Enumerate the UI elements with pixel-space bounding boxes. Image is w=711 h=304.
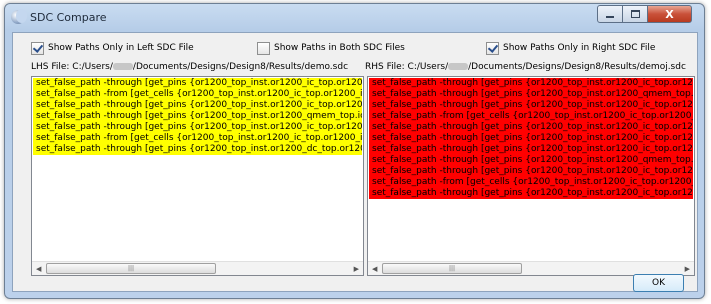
show-both-checkbox[interactable] bbox=[257, 41, 270, 55]
path-line[interactable]: set_false_path -through [get_pins {or120… bbox=[369, 166, 693, 177]
path-line[interactable]: set_false_path -through [get_pins {or120… bbox=[33, 111, 362, 122]
show-right-only-checkbox[interactable] bbox=[486, 41, 499, 55]
rhs-file-prefix: RHS File: C:/Users/ bbox=[365, 62, 449, 72]
path-line[interactable]: set_false_path -from [get_cells {or1200_… bbox=[33, 89, 362, 100]
show-both-label: Show Paths in Both SDC Files bbox=[274, 43, 405, 53]
scroll-right-icon[interactable]: ▶ bbox=[354, 265, 359, 273]
path-line[interactable]: set_false_path -through [get_pins {or120… bbox=[33, 78, 362, 89]
show-right-only-option[interactable]: Show Paths Only in Right SDC File bbox=[486, 41, 655, 55]
rhs-lines: set_false_path -through [get_pins {or120… bbox=[369, 78, 693, 199]
ok-button[interactable]: OK bbox=[633, 274, 684, 292]
maximize-button[interactable] bbox=[622, 5, 648, 23]
show-left-only-label: Show Paths Only in Left SDC File bbox=[48, 43, 194, 53]
maximize-icon bbox=[630, 10, 640, 18]
scroll-thumb[interactable]: ||| bbox=[46, 263, 216, 274]
path-line[interactable]: set_false_path -through [get_pins {or120… bbox=[369, 89, 693, 100]
show-right-only-label: Show Paths Only in Right SDC File bbox=[503, 43, 656, 53]
scroll-left-icon[interactable]: ◀ bbox=[372, 265, 377, 273]
path-line[interactable]: set_false_path -through [get_pins {or120… bbox=[369, 188, 693, 199]
path-line[interactable]: set_false_path -through [get_pins {or120… bbox=[369, 100, 693, 111]
window-title: SDC Compare bbox=[30, 11, 107, 24]
rhs-horizontal-scrollbar[interactable]: ◀ ||| ▶ bbox=[368, 261, 694, 275]
path-line[interactable]: set_false_path -from [get_cells {or1200_… bbox=[369, 177, 693, 188]
title-bar[interactable]: SDC Compare X bbox=[5, 4, 704, 32]
path-line[interactable]: set_false_path -from [get_cells {or1200_… bbox=[33, 133, 362, 144]
path-line[interactable]: set_false_path -through [get_pins {or120… bbox=[369, 144, 693, 155]
scroll-thumb[interactable]: ||| bbox=[382, 263, 522, 274]
lhs-horizontal-scrollbar[interactable]: ◀ ||| ▶ bbox=[32, 261, 363, 275]
show-left-only-checkbox[interactable] bbox=[31, 41, 44, 55]
rhs-file-suffix: /Documents/Designs/Design8/Results/demoj… bbox=[468, 62, 686, 72]
dialog-body: Show Paths Only in Left SDC File Show Pa… bbox=[12, 32, 698, 292]
lhs-file-prefix: LHS File: C:/Users/ bbox=[31, 62, 113, 72]
rhs-paths-list[interactable]: set_false_path -through [get_pins {or120… bbox=[367, 76, 695, 276]
path-line[interactable]: set_false_path -through [get_pins {or120… bbox=[33, 122, 362, 133]
scroll-right-icon[interactable]: ▶ bbox=[685, 265, 690, 273]
redacted-username bbox=[448, 63, 469, 70]
sdc-compare-window: SDC Compare X Show Paths Only in Left SD… bbox=[4, 3, 705, 299]
scroll-left-icon[interactable]: ◀ bbox=[36, 265, 41, 273]
path-line[interactable]: set_false_path -through [get_pins {or120… bbox=[369, 133, 693, 144]
lhs-paths-list[interactable]: set_false_path -through [get_pins {or120… bbox=[31, 76, 364, 276]
minimize-icon bbox=[606, 16, 614, 18]
lhs-file-label: LHS File: C:/Users/ /Documents/Designs/De… bbox=[31, 62, 348, 72]
app-icon bbox=[11, 9, 27, 24]
path-line[interactable]: set_false_path -through [get_pins {or120… bbox=[33, 100, 362, 111]
lhs-lines: set_false_path -through [get_pins {or120… bbox=[33, 78, 362, 155]
path-line[interactable]: set_false_path -through [get_pins {or120… bbox=[369, 78, 693, 89]
show-both-option[interactable]: Show Paths in Both SDC Files bbox=[257, 41, 405, 55]
path-line[interactable]: set_false_path -through [get_pins {or120… bbox=[369, 155, 693, 166]
path-line[interactable]: set_false_path -through [get_pins {or120… bbox=[369, 122, 693, 133]
path-line[interactable]: set_false_path -from [get_cells {or1200_… bbox=[369, 111, 693, 122]
minimize-button[interactable] bbox=[597, 5, 623, 23]
close-button[interactable]: X bbox=[647, 5, 692, 23]
path-line[interactable]: set_false_path -through [get_pins {or120… bbox=[33, 144, 362, 155]
rhs-file-label: RHS File: C:/Users/ /Documents/Designs/De… bbox=[365, 62, 686, 72]
show-left-only-option[interactable]: Show Paths Only in Left SDC File bbox=[31, 41, 194, 55]
redacted-username bbox=[112, 63, 133, 70]
lhs-file-suffix: /Documents/Designs/Design8/Results/demo.… bbox=[132, 62, 349, 72]
